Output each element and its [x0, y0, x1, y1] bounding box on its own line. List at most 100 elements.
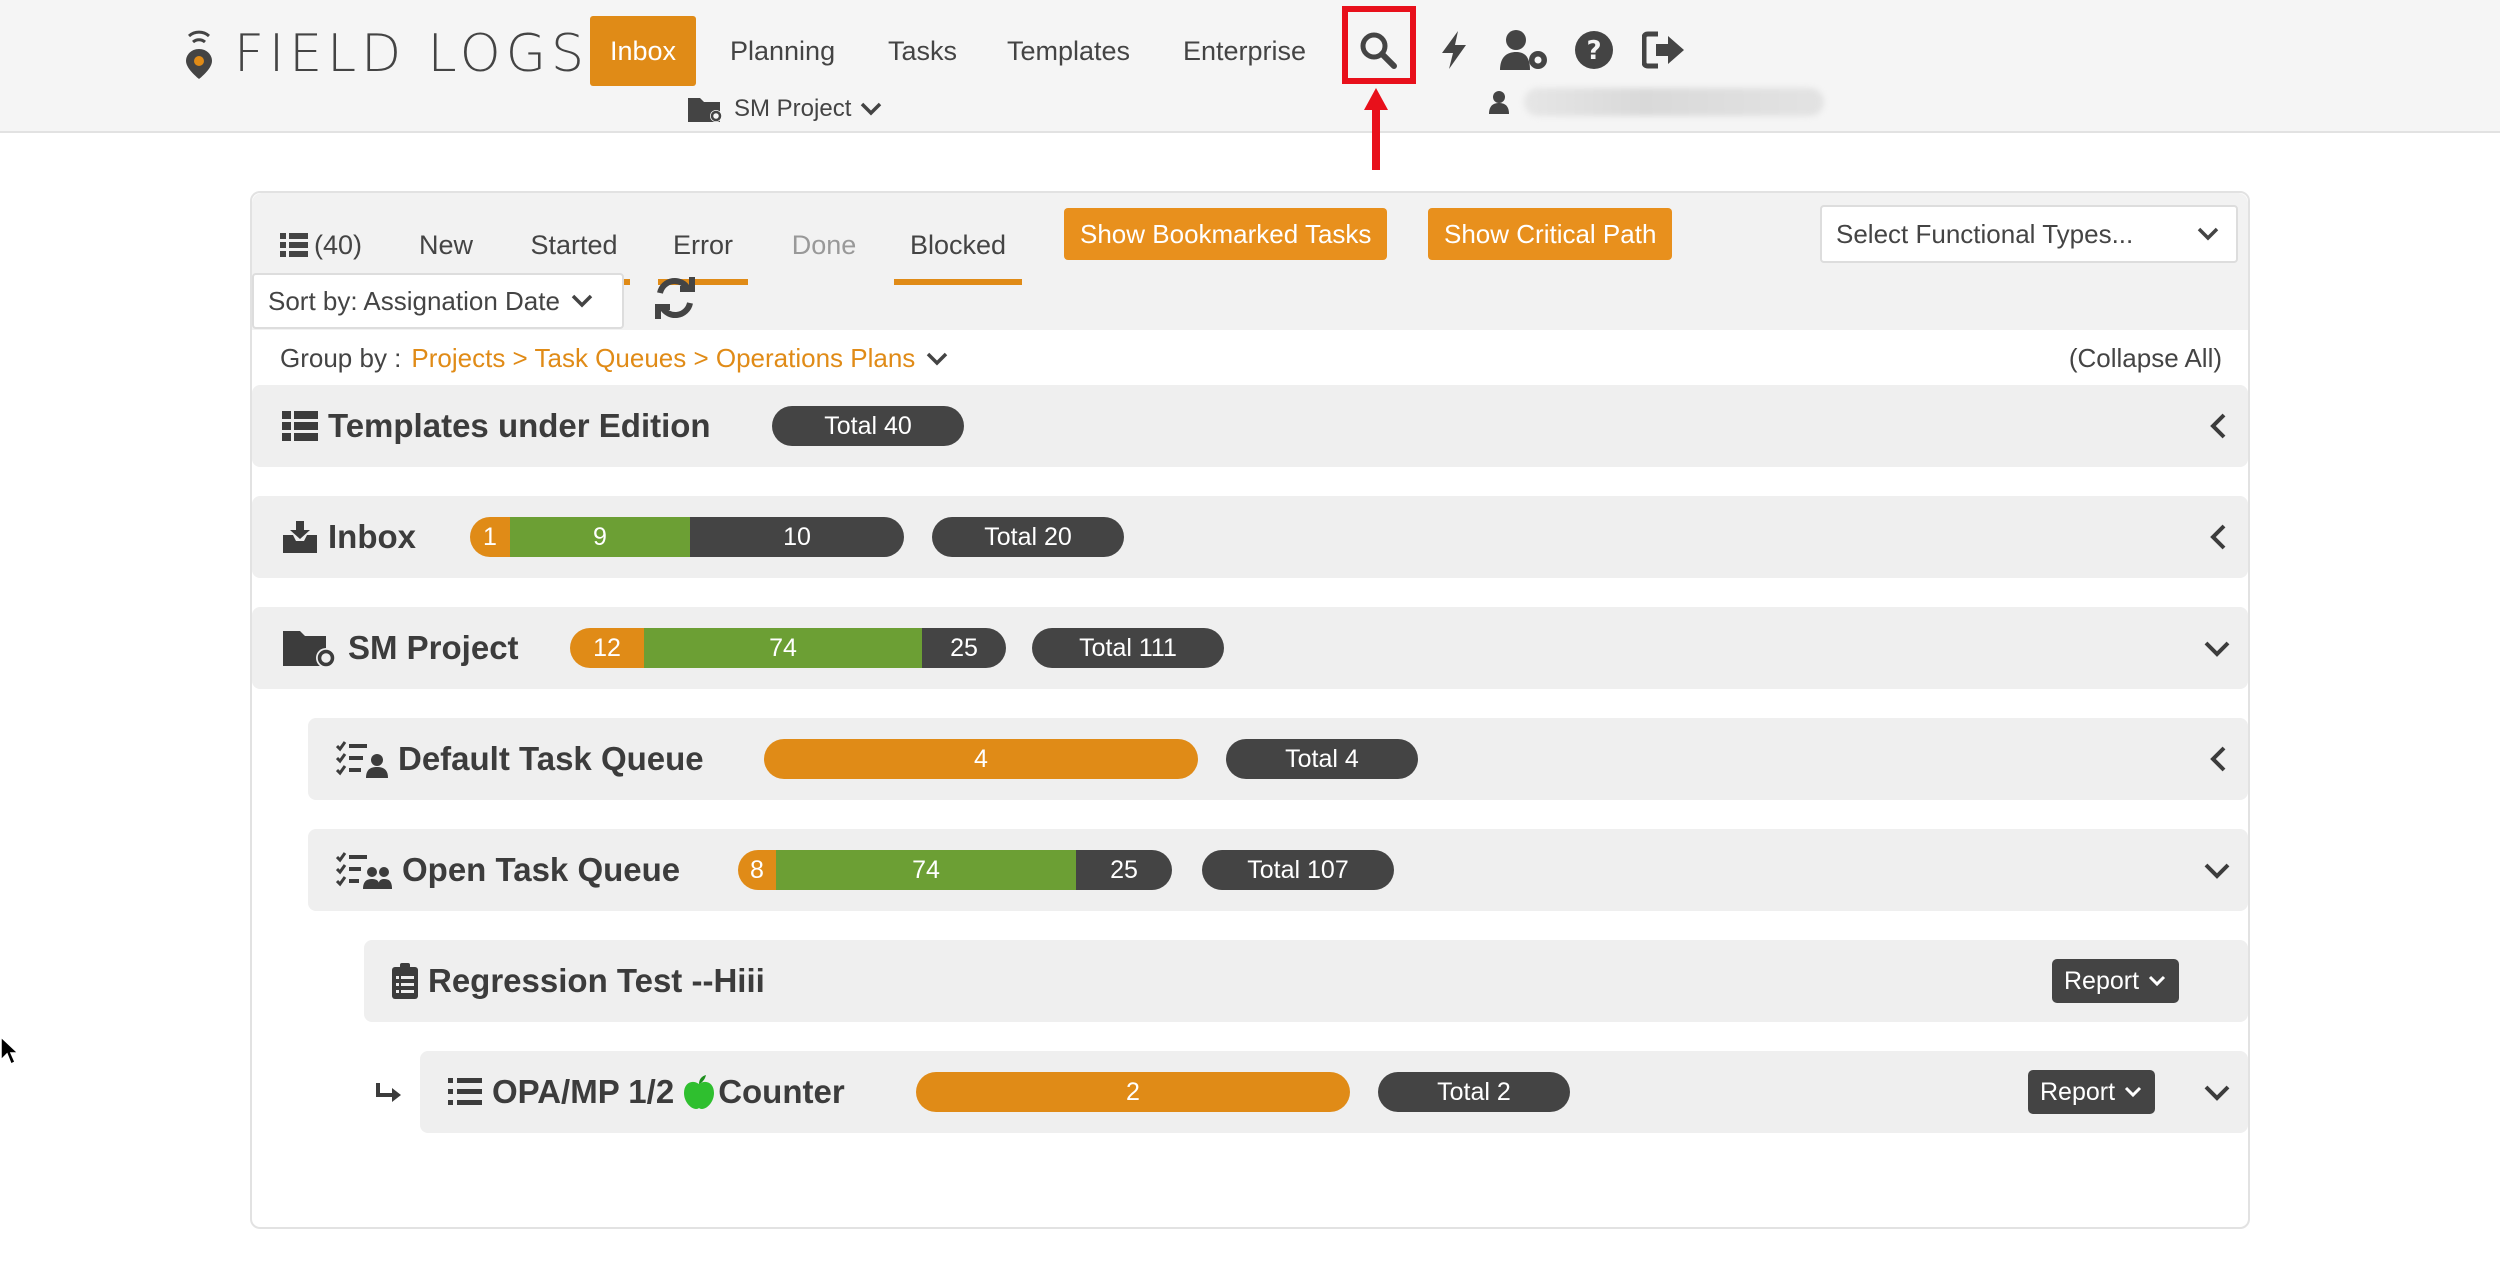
- show-bookmarked-button[interactable]: Show Bookmarked Tasks: [1064, 208, 1388, 260]
- sub-level-arrow-icon: [376, 1083, 401, 1102]
- logout-icon[interactable]: [1636, 22, 1692, 78]
- group-title-label: Default Task Queue: [398, 740, 704, 777]
- group-row-templates[interactable]: Templates under Edition Total 40: [252, 385, 2248, 467]
- brand-logo[interactable]: FIELD LOGS: [180, 24, 589, 84]
- group-title-prefix: OPA/MP 1/2: [492, 1073, 675, 1110]
- chevron-left-icon[interactable]: [2204, 522, 2234, 552]
- clipboard-list-icon: [392, 963, 418, 999]
- nav-enterprise[interactable]: Enterprise: [1163, 16, 1326, 86]
- nav-tasks[interactable]: Tasks: [868, 16, 977, 86]
- svg-text:?: ?: [1586, 36, 1601, 66]
- chevron-left-icon[interactable]: [2204, 744, 2234, 774]
- group-row-open-task-queue[interactable]: Open Task Queue 8 74 25 Total 107: [308, 829, 2248, 911]
- group-title: Inbox: [282, 496, 416, 578]
- list-icon: [448, 1078, 482, 1105]
- username-redacted: [1524, 88, 1824, 116]
- status-progress-bar: 1 9 10: [470, 517, 904, 557]
- tab-new-label: New: [418, 229, 473, 260]
- total-badge: Total 107: [1202, 850, 1394, 890]
- collapse-all-link[interactable]: (Collapse All): [2069, 343, 2222, 374]
- group-row-regression-test[interactable]: Regression Test --Hiii Report: [364, 940, 2248, 1022]
- group-by-label: Group by :: [280, 343, 402, 373]
- group-row-inbox[interactable]: Inbox 1 9 10 Total 20: [252, 496, 2248, 578]
- tab-all-count: (40): [313, 229, 362, 260]
- group-title: Open Task Queue: [336, 829, 680, 911]
- project-selector-label: SM Project: [734, 95, 852, 122]
- top-navbar: FIELD LOGS Inbox Planning Tasks Template…: [0, 0, 2500, 170]
- bolt-icon[interactable]: [1426, 22, 1482, 78]
- total-badge: Total 20: [932, 517, 1124, 557]
- project-folder-icon: [283, 631, 336, 668]
- tab-done[interactable]: Done: [776, 205, 872, 285]
- bar-segment-started: 74: [644, 628, 922, 668]
- tab-started-label: Started: [530, 229, 618, 260]
- chevron-down-icon[interactable]: [2202, 1077, 2232, 1107]
- filter-bar: (40) New Started Error Done Blocked Show…: [252, 193, 2248, 330]
- brand-name: FIELD LOGS: [234, 24, 589, 84]
- search-highlight-box: [1342, 6, 1416, 84]
- list-icon: [279, 233, 308, 257]
- group-title-label: Templates under Edition: [328, 407, 711, 444]
- chevron-down-icon: [927, 352, 948, 365]
- tab-blocked-label: Blocked: [909, 229, 1007, 260]
- chevron-down-icon: [2148, 975, 2166, 987]
- group-row-opa-counter[interactable]: OPA/MP 1/2 Counter 2 Total 2 Report: [420, 1051, 2248, 1133]
- group-row-sm-project[interactable]: SM Project 12 74 25 Total 111: [252, 607, 2248, 689]
- tab-error-label: Error: [673, 229, 733, 260]
- tab-done-label: Done: [791, 229, 857, 260]
- mouse-cursor-icon: [0, 1036, 18, 1066]
- status-progress-bar: 12 74 25: [570, 628, 1006, 668]
- report-label: Report: [2064, 967, 2140, 995]
- group-title: Regression Test --Hiii: [392, 940, 765, 1022]
- functional-types-select[interactable]: Select Functional Types...: [1820, 205, 2238, 263]
- group-title: SM Project: [282, 607, 519, 689]
- arrow-up-icon: [1364, 88, 1388, 170]
- bar-segment-new: 10: [690, 517, 904, 557]
- group-title-label: Open Task Queue: [402, 851, 681, 888]
- total-badge: Total 40: [772, 406, 964, 446]
- tasks-panel: (40) New Started Error Done Blocked Show…: [250, 191, 2250, 1229]
- current-user: [1488, 88, 1824, 116]
- nav-inbox[interactable]: Inbox: [590, 16, 697, 86]
- chevron-down-icon: [861, 102, 882, 116]
- group-title: Templates under Edition: [282, 385, 711, 467]
- group-by-path[interactable]: Projects > Task Queues > Operations Plan…: [411, 343, 915, 374]
- help-icon[interactable]: ?: [1566, 22, 1622, 78]
- chevron-left-icon[interactable]: [2204, 411, 2234, 441]
- bar-segment-blocked: 12: [570, 628, 644, 668]
- refresh-icon[interactable]: [652, 275, 698, 321]
- total-badge: Total 111: [1032, 628, 1224, 668]
- group-title-label: Inbox: [328, 518, 416, 555]
- tab-blocked[interactable]: Blocked: [894, 205, 1022, 285]
- bar-segment-started: 74: [776, 850, 1076, 890]
- bar-segment-started: 9: [510, 517, 690, 557]
- group-title: OPA/MP 1/2 Counter: [448, 1051, 845, 1133]
- group-by[interactable]: Group by : Projects > Task Queues > Oper…: [280, 343, 949, 374]
- table-list-icon: [282, 411, 318, 441]
- sort-label: Sort by: Assignation Date: [268, 285, 560, 316]
- show-critical-path-button[interactable]: Show Critical Path: [1428, 208, 1673, 260]
- status-progress-bar: 2: [916, 1072, 1350, 1112]
- group-row-default-task-queue[interactable]: Default Task Queue 4 Total 4: [308, 718, 2248, 800]
- user-settings-icon[interactable]: [1496, 22, 1552, 78]
- chevron-down-icon[interactable]: [2202, 855, 2232, 885]
- bar-segment-blocked: 2: [916, 1072, 1350, 1112]
- sort-select[interactable]: Sort by: Assignation Date: [252, 273, 624, 329]
- bar-segment-blocked: 1: [470, 517, 510, 557]
- chevron-down-icon: [2197, 227, 2219, 241]
- nav-planning[interactable]: Planning: [710, 16, 855, 86]
- project-selector[interactable]: SM Project: [686, 92, 891, 126]
- functional-types-placeholder: Select Functional Types...: [1836, 218, 2134, 249]
- report-dropdown-button[interactable]: Report: [2028, 1070, 2156, 1114]
- location-pin-icon: [186, 30, 212, 79]
- bar-segment-new: 25: [922, 628, 1006, 668]
- total-badge: Total 2: [1378, 1072, 1570, 1112]
- nav-templates[interactable]: Templates: [987, 16, 1150, 86]
- group-title-label: Regression Test --Hiii: [428, 962, 765, 999]
- chevron-down-icon[interactable]: [2202, 633, 2232, 663]
- total-badge: Total 4: [1226, 739, 1418, 779]
- report-dropdown-button[interactable]: Report: [2052, 959, 2180, 1003]
- tab-error[interactable]: Error: [658, 205, 748, 285]
- group-title: Default Task Queue: [336, 718, 704, 800]
- chevron-down-icon: [571, 294, 593, 308]
